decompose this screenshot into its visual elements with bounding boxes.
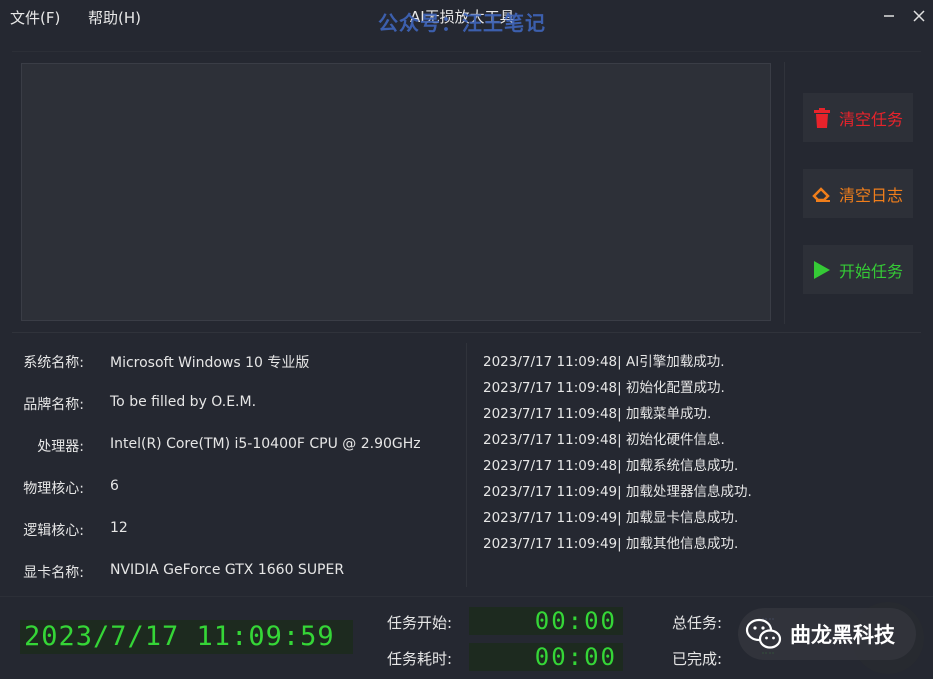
wechat-badge: 曲龙黑科技 <box>738 608 916 660</box>
info-label: 品牌名称: <box>23 397 84 413</box>
start-task-label: 开始任务 <box>839 261 904 281</box>
total-tasks-label: 总任务: <box>672 614 723 632</box>
clear-log-label: 清空日志 <box>839 185 904 205</box>
play-icon <box>811 259 833 281</box>
log-line: 2023/7/17 11:09:48| 初始化硬件信息. <box>483 432 725 448</box>
divider <box>0 596 933 597</box>
info-value: 12 <box>110 520 128 536</box>
task-list-area[interactable] <box>21 63 771 321</box>
clock-display: 2023/7/17 11:09:59 <box>20 620 353 654</box>
watermark-text: 公众号：汪王笔记 <box>378 11 546 35</box>
info-value: 6 <box>110 478 119 494</box>
info-value: To be filled by O.E.M. <box>110 394 257 410</box>
minimize-icon <box>884 15 894 17</box>
menu-help[interactable]: 帮助(H) <box>88 7 141 28</box>
task-start-timer: 00:00 <box>469 607 623 635</box>
info-label: 显卡名称: <box>23 565 84 581</box>
info-label: 物理核心: <box>23 481 84 497</box>
task-elapsed-label: 任务耗时: <box>387 650 453 668</box>
clear-tasks-label: 清空任务 <box>839 109 904 129</box>
eraser-icon <box>811 183 833 205</box>
log-line: 2023/7/17 11:09:48| 加载系统信息成功. <box>483 458 739 474</box>
log-line: 2023/7/17 11:09:49| 加载处理器信息成功. <box>483 484 752 500</box>
divider <box>12 51 921 52</box>
info-label: 处理器: <box>37 439 84 455</box>
task-start-label: 任务开始: <box>387 614 453 632</box>
start-task-button[interactable]: 开始任务 <box>803 245 913 294</box>
info-value: NVIDIA GeForce GTX 1660 SUPER <box>110 562 345 578</box>
completed-label: 已完成: <box>672 650 723 668</box>
badge-text: 曲龙黑科技 <box>790 623 895 647</box>
log-line: 2023/7/17 11:09:49| 加载显卡信息成功. <box>483 510 739 526</box>
minimize-button[interactable] <box>877 4 901 28</box>
close-button[interactable] <box>907 4 931 28</box>
menu-file[interactable]: 文件(F) <box>10 7 60 28</box>
task-elapsed-timer: 00:00 <box>469 643 623 671</box>
close-icon <box>913 10 925 22</box>
clear-log-button[interactable]: 清空日志 <box>803 169 913 218</box>
info-value: Microsoft Windows 10 专业版 <box>110 355 310 371</box>
wechat-icon <box>745 618 782 649</box>
info-label: 逻辑核心: <box>23 523 84 539</box>
trash-icon <box>811 107 833 129</box>
log-line: 2023/7/17 11:09:49| 加载其他信息成功. <box>483 536 739 552</box>
menu-bar: 文件(F) 帮助(H) AI无损放大工具 公众号：汪王笔记 <box>0 0 933 35</box>
log-line: 2023/7/17 11:09:48| AI引擎加载成功. <box>483 354 725 370</box>
info-label: 系统名称: <box>23 355 84 371</box>
divider <box>784 62 785 324</box>
divider <box>12 332 921 333</box>
log-line: 2023/7/17 11:09:48| 加载菜单成功. <box>483 406 712 422</box>
clear-tasks-button[interactable]: 清空任务 <box>803 93 913 142</box>
divider <box>466 343 467 587</box>
log-line: 2023/7/17 11:09:48| 初始化配置成功. <box>483 380 725 396</box>
info-value: Intel(R) Core(TM) i5-10400F CPU @ 2.90GH… <box>110 436 421 452</box>
